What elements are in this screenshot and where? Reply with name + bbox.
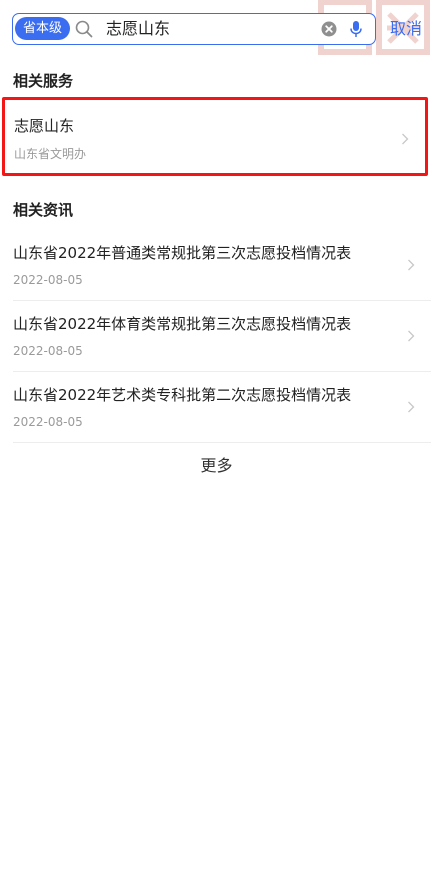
service-card[interactable]: 志愿山东 山东省文明办 — [2, 97, 428, 176]
search-icon — [75, 20, 93, 38]
service-name: 志愿山东 — [14, 117, 75, 135]
news-date: 2022-08-05 — [13, 415, 83, 429]
clear-icon[interactable] — [321, 21, 337, 37]
section-title-services: 相关服务 — [13, 72, 74, 90]
chevron-right-icon — [402, 133, 409, 145]
list-item[interactable]: 山东省2022年艺术类专科批第二次志愿投档情况表 2022-08-05 — [13, 372, 431, 443]
news-list: 山东省2022年普通类常规批第三次志愿投档情况表 2022-08-05 山东省2… — [0, 230, 433, 443]
service-department: 山东省文明办 — [14, 147, 87, 161]
cancel-button[interactable]: 取消 — [390, 13, 422, 45]
news-title: 山东省2022年艺术类专科批第二次志愿投档情况表 — [13, 386, 352, 404]
search-query[interactable]: 志愿山东 — [106, 14, 170, 43]
search-bar: 省本级 志愿山东 取消 — [12, 13, 422, 45]
chevron-right-icon — [408, 259, 415, 271]
more-link[interactable]: 更多 — [0, 452, 433, 476]
news-date: 2022-08-05 — [13, 344, 83, 358]
section-title-news: 相关资讯 — [13, 201, 74, 219]
search-input[interactable]: 省本级 志愿山东 — [12, 13, 376, 45]
news-title: 山东省2022年普通类常规批第三次志愿投档情况表 — [13, 244, 352, 262]
chevron-right-icon — [408, 330, 415, 342]
list-item[interactable]: 山东省2022年体育类常规批第三次志愿投档情况表 2022-08-05 — [13, 301, 431, 372]
news-date: 2022-08-05 — [13, 273, 83, 287]
list-item[interactable]: 山东省2022年普通类常规批第三次志愿投档情况表 2022-08-05 — [13, 230, 431, 301]
scope-tag[interactable]: 省本级 — [15, 17, 71, 40]
chevron-right-icon — [408, 401, 415, 413]
microphone-icon[interactable] — [349, 20, 363, 38]
news-title: 山东省2022年体育类常规批第三次志愿投档情况表 — [13, 315, 352, 333]
